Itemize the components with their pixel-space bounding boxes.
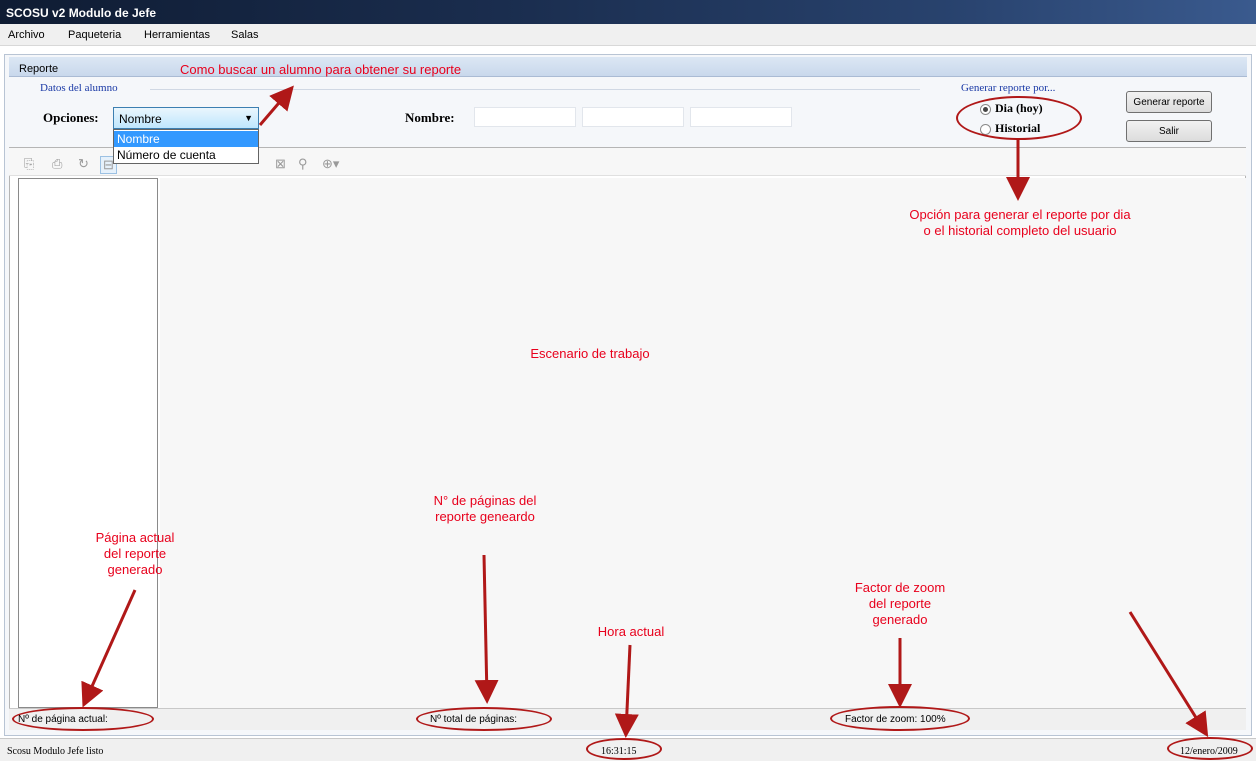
annotation-current-page-line3: generado — [107, 562, 163, 577]
annotation-time: Hora actual — [597, 624, 665, 639]
menu-archivo[interactable]: Archivo — [8, 29, 45, 41]
menu-paqueteria[interactable]: Paqueteria — [68, 29, 121, 41]
annotation-zoom: Factor de zoom del reporte generado — [820, 580, 980, 628]
annotation-zoom-line3: generado — [872, 612, 928, 627]
annotation-search: Como buscar un alumno para obtener su re… — [180, 62, 462, 77]
exit-button[interactable]: Salir — [1126, 120, 1212, 142]
highlight-date — [1167, 737, 1253, 760]
first-name-input[interactable] — [474, 107, 576, 127]
annotation-current-page-line1: Página actual — [95, 530, 175, 545]
report-window-title: Reporte — [19, 63, 59, 75]
generate-report-button[interactable]: Generar reporte — [1126, 91, 1212, 113]
paternal-surname-input[interactable] — [582, 107, 684, 127]
report-type-group-title: Generar reporte por... — [961, 82, 1056, 94]
annotation-workspace: Escenario de trabajo — [530, 346, 650, 361]
options-combobox[interactable]: Nombre ▼ — [113, 107, 259, 129]
annotation-zoom-line2: del reporte — [868, 596, 932, 611]
student-group-title: Datos del alumno — [40, 82, 118, 94]
annotation-pages: N° de páginas del reporte geneardo — [400, 493, 570, 525]
status-message: Scosu Modulo Jefe listo — [7, 746, 104, 757]
menu-herramientas[interactable]: Herramientas — [144, 29, 210, 41]
export-icon[interactable]: ⎘ — [24, 156, 34, 172]
annotation-zoom-line1: Factor de zoom — [854, 580, 946, 595]
annotation-current-page: Página actual del reporte generado — [70, 530, 200, 578]
refresh-icon[interactable]: ↻ — [78, 156, 89, 172]
window-title: SCOSU v2 Modulo de Jefe — [6, 6, 157, 20]
menu-salas[interactable]: Salas — [231, 29, 259, 41]
highlight-report-options — [956, 96, 1082, 140]
options-dropdown-list: Nombre Número de cuenta — [113, 129, 259, 164]
find-icon[interactable]: ⚲ — [298, 156, 308, 172]
options-combobox-value: Nombre — [119, 112, 162, 126]
viewer-status-bar — [9, 708, 1246, 730]
title-bar: SCOSU v2 Modulo de Jefe — [0, 0, 1256, 24]
print-icon[interactable]: ⎙ — [52, 156, 62, 172]
annotation-pages-line2: reporte geneardo — [435, 509, 535, 524]
highlight-current-page — [12, 707, 154, 731]
name-label: Nombre: — [405, 110, 455, 125]
annotation-pages-line1: N° de páginas del — [433, 493, 537, 508]
highlight-time — [586, 738, 662, 760]
report-workspace[interactable] — [160, 178, 1246, 708]
maternal-surname-input[interactable] — [690, 107, 792, 127]
options-label: Opciones: — [43, 110, 99, 125]
annotation-current-page-line2: del reporte — [103, 546, 167, 561]
group-tree-pane[interactable] — [18, 178, 158, 708]
annotation-report-option-line1: Opción para generar el reporte por dia — [909, 207, 1131, 222]
student-group-border — [150, 89, 920, 90]
close-icon[interactable]: ⊠ — [275, 156, 286, 172]
annotation-report-option: Opción para generar el reporte por dia o… — [870, 207, 1170, 239]
dropdown-option-numero-cuenta[interactable]: Número de cuenta — [114, 147, 258, 163]
chevron-down-icon[interactable]: ▼ — [244, 113, 253, 123]
highlight-total-pages — [416, 707, 552, 731]
zoom-icon[interactable]: ⊕▾ — [322, 156, 339, 172]
dropdown-option-nombre[interactable]: Nombre — [114, 131, 258, 147]
menu-bar: Archivo Paqueteria Herramientas Salas — [0, 24, 1256, 46]
annotation-report-option-line2: o el historial completo del usuario — [923, 223, 1117, 238]
highlight-zoom — [830, 706, 970, 731]
